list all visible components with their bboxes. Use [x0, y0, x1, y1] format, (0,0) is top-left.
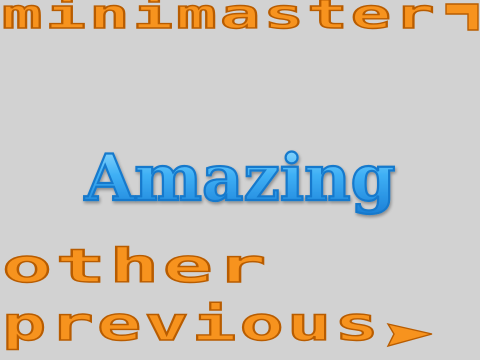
header-title: minimaster: [2, 0, 438, 38]
scene-svg: minimaster Amazing other previous: [1, 0, 479, 352]
corner-bracket-icon: [445, 3, 479, 31]
previous-button[interactable]: previous: [1, 296, 433, 352]
previous-label: previous: [2, 297, 382, 351]
arrow-right-icon: [386, 322, 433, 348]
other-label: other: [2, 239, 270, 293]
game-screen: minimaster Amazing other previous: [0, 0, 480, 360]
amazing-banner: Amazing: [84, 141, 396, 216]
other-button[interactable]: other: [1, 238, 270, 293]
